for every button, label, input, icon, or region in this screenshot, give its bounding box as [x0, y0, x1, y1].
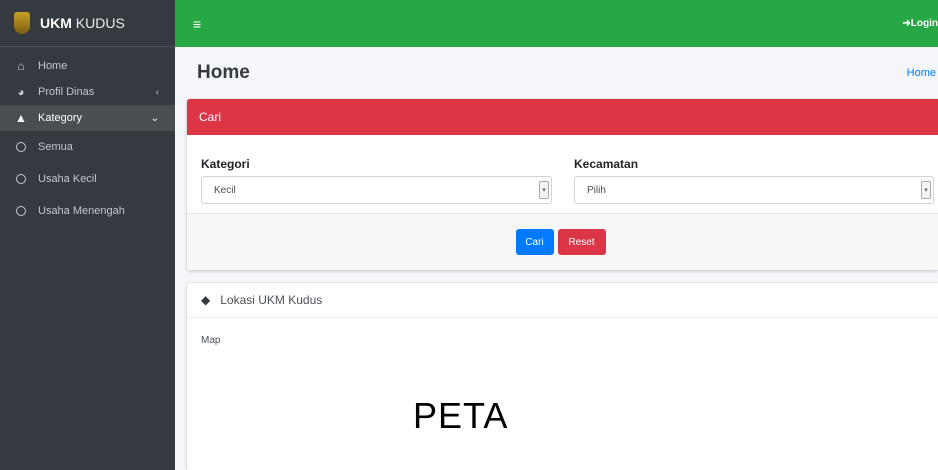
kecamatan-select[interactable]: Pilih ▾ — [574, 176, 934, 204]
sidebar-nav: ⌂ Home ◕ Profil Dinas ‹ ▲ Kategory ⌄ Sem… — [0, 47, 175, 227]
sidebar-item-profil-dinas[interactable]: ◕ Profil Dinas ‹ — [0, 79, 175, 105]
login-link[interactable]: ➜Login — [902, 18, 938, 29]
circle-icon — [16, 142, 26, 152]
kudus-logo — [14, 12, 30, 34]
sidebar-item-usaha-menengah[interactable]: Usaha Menengah — [0, 195, 175, 227]
breadcrumb-home[interactable]: Home — [907, 67, 936, 79]
sidebar-item-semua[interactable]: Semua — [0, 131, 175, 163]
chevron-down-icon: ⌄ — [150, 112, 159, 124]
map-label: Map — [201, 335, 221, 346]
tag-icon: ◆ — [201, 293, 211, 307]
sidebar-item-label: Profil Dinas — [38, 86, 95, 98]
kecamatan-label: Kecamatan — [574, 157, 639, 171]
topbar: ≡ ➜Login — [175, 0, 938, 47]
kategori-label: Kategori — [201, 157, 250, 171]
home-icon: ⌂ — [17, 59, 25, 73]
search-card-title: Cari — [199, 110, 222, 124]
pie-chart-icon: ◕ — [17, 85, 25, 99]
tree-icon: ▲ — [15, 111, 27, 125]
sidebar: UKM KUDUS ⌂ Home ◕ Profil Dinas ‹ ▲ Kate… — [0, 0, 175, 470]
map-card-header: ◆ Lokasi UKM Kudus — [187, 283, 938, 318]
brand-link[interactable]: UKM KUDUS — [0, 0, 175, 47]
sidebar-item-label: Semua — [38, 141, 73, 153]
sidebar-item-kategory[interactable]: ▲ Kategory ⌄ — [0, 105, 175, 131]
cari-button[interactable]: Cari — [515, 229, 554, 255]
sidebar-item-home[interactable]: ⌂ Home — [0, 53, 175, 79]
sidebar-item-label: Home — [38, 60, 68, 72]
kategori-group: Kategori Kecil ▾ — [201, 157, 566, 204]
search-form: Kategori Kecil ▾ Kecamatan Pilih ▾ — [187, 135, 938, 204]
kategori-select-value: Kecil — [214, 184, 236, 196]
brand-title: UKM KUDUS — [40, 15, 125, 31]
circle-icon — [16, 174, 26, 184]
kategori-select[interactable]: Kecil ▾ — [201, 176, 552, 204]
circle-icon — [16, 206, 26, 216]
reset-button[interactable]: Reset — [557, 229, 606, 255]
sidebar-item-label: Usaha Menengah — [38, 205, 125, 217]
sidebar-item-label: Kategory — [38, 112, 83, 124]
hamburger-menu-icon[interactable]: ≡ — [193, 16, 201, 32]
search-card-header: Cari — [187, 99, 938, 135]
content-header: Home Home — [175, 47, 938, 99]
select-arrow-icon: ▾ — [921, 181, 931, 199]
chevron-left-icon: ‹ — [155, 86, 159, 98]
kecamatan-group: Kecamatan Pilih ▾ — [574, 157, 934, 204]
select-arrow-icon: ▾ — [539, 181, 549, 199]
sidebar-item-usaha-kecil[interactable]: Usaha Kecil — [0, 163, 175, 195]
search-card-footer: Cari Reset — [187, 213, 938, 270]
map-placeholder: PETA — [413, 395, 509, 436]
search-card: Cari Kategori Kecil ▾ Kecamatan Pilih ▾ … — [187, 99, 938, 270]
map-card-title: Lokasi UKM Kudus — [220, 293, 323, 307]
kecamatan-select-value: Pilih — [587, 184, 606, 196]
sidebar-item-label: Usaha Kecil — [38, 173, 97, 185]
page-title: Home — [197, 62, 250, 83]
map-card: ◆ Lokasi UKM Kudus Map PETA — [187, 283, 938, 470]
